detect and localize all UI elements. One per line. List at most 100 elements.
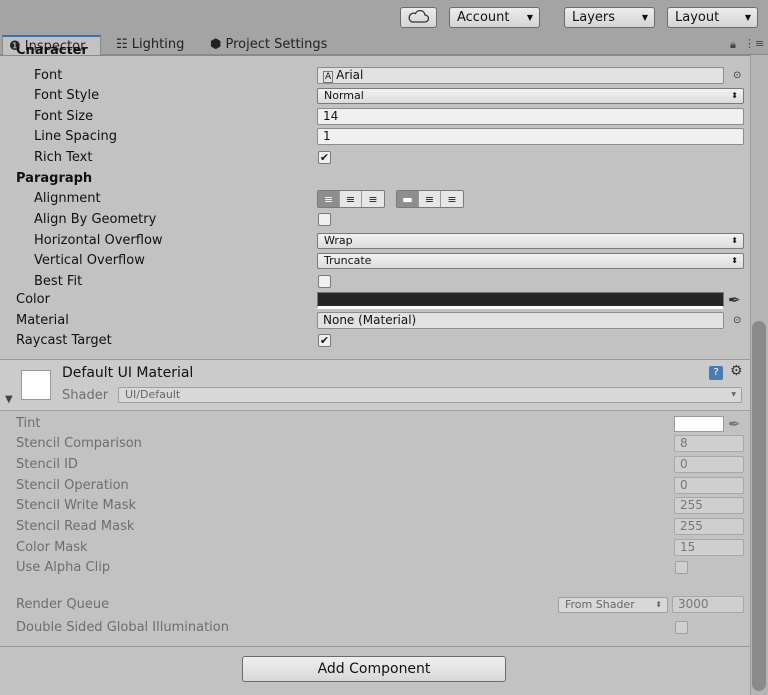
font-style-dropdown[interactable]: Normal ⬍ — [317, 88, 744, 104]
cloud-button[interactable] — [400, 7, 437, 28]
color-swatch[interactable] — [317, 292, 724, 309]
use-alpha-clip-row: Use Alpha Clip — [0, 558, 750, 578]
layout-dropdown[interactable]: Layout ▼ — [667, 7, 758, 28]
color-label: Color — [16, 292, 50, 307]
material-title: Default UI Material — [62, 365, 194, 381]
font-style-row: Font Style Normal ⬍ — [0, 86, 750, 106]
section-paragraph-label: Paragraph — [16, 171, 93, 186]
eyedropper-icon[interactable]: ✒ — [728, 415, 741, 433]
line-spacing-label: Line Spacing — [34, 129, 117, 144]
align-by-geometry-row: Align By Geometry — [0, 210, 750, 230]
vertical-alignment-group: ▬ ≡ ≡ — [396, 190, 464, 208]
double-sided-gi-checkbox[interactable] — [675, 621, 688, 634]
font-size-row: Font Size 14 — [0, 107, 750, 127]
render-queue-row: Render Queue From Shader ⬍ 3000 — [0, 595, 750, 615]
object-picker-icon[interactable]: ⊙ — [733, 70, 741, 81]
help-icon[interactable]: ? — [709, 366, 723, 380]
double-sided-gi-row: Double Sided Global Illumination — [0, 618, 750, 638]
align-left-icon[interactable]: ≡ — [318, 191, 340, 207]
material-header: ▼ Default UI Material Shader UI/Default ▼… — [0, 359, 750, 411]
paragraph-header: Paragraph — [0, 169, 750, 189]
account-dropdown[interactable]: Account ▼ — [449, 7, 540, 28]
stencil-write-mask-field[interactable]: 255 — [674, 497, 744, 514]
alignment-row: Alignment ≡ ≡ ≡ ▬ ≡ ≡ — [0, 189, 750, 209]
shader-label: Shader — [62, 388, 109, 403]
stencil-read-mask-row: Stencil Read Mask 255 — [0, 517, 750, 537]
best-fit-row: Best Fit — [0, 272, 750, 292]
toolbar: Account ▼ Layers ▼ Layout ▼ — [0, 0, 768, 34]
best-fit-label: Best Fit — [34, 274, 83, 289]
updown-arrow-icon: ⬍ — [655, 600, 662, 609]
font-field[interactable]: A Arial — [317, 67, 724, 84]
eyedropper-icon[interactable]: ✒ — [728, 291, 741, 309]
best-fit-checkbox[interactable] — [318, 275, 331, 288]
horizontal-overflow-row: Horizontal Overflow Wrap ⬍ — [0, 231, 750, 251]
vertical-overflow-dropdown[interactable]: Truncate ⬍ — [317, 253, 744, 269]
line-spacing-field[interactable]: 1 — [317, 128, 744, 145]
add-component-button[interactable]: Add Component — [242, 656, 506, 682]
color-mask-row: Color Mask 15 — [0, 538, 750, 558]
horizontal-alignment-group: ≡ ≡ ≡ — [317, 190, 385, 208]
font-style-value: Normal — [324, 89, 364, 102]
layers-dropdown[interactable]: Layers ▼ — [564, 7, 655, 28]
align-bottom-icon[interactable]: ≡ — [441, 191, 463, 207]
align-by-geometry-checkbox[interactable] — [318, 213, 331, 226]
font-label: Font — [34, 68, 63, 83]
tint-color-swatch[interactable] — [674, 416, 724, 432]
scrollbar-thumb[interactable] — [752, 321, 766, 691]
tint-label: Tint — [16, 416, 41, 431]
updown-arrow-icon: ⬍ — [731, 236, 738, 245]
settings-gear-icon[interactable]: ⚙ — [730, 363, 743, 379]
align-middle-icon[interactable]: ≡ — [419, 191, 441, 207]
checkmark-icon: ✔ — [319, 151, 330, 164]
alignment-label: Alignment — [34, 191, 101, 206]
vertical-overflow-label: Vertical Overflow — [34, 253, 145, 268]
updown-arrow-icon: ⬍ — [731, 91, 738, 100]
layout-label: Layout — [675, 10, 720, 25]
raycast-target-checkbox[interactable]: ✔ — [318, 334, 331, 347]
double-sided-gi-label: Double Sided Global Illumination — [16, 620, 229, 635]
horizontal-overflow-value: Wrap — [324, 234, 353, 247]
font-size-field[interactable]: 14 — [317, 108, 744, 125]
color-row: Color ✒ — [0, 290, 750, 310]
stencil-read-mask-field[interactable]: 255 — [674, 518, 744, 535]
stencil-operation-row: Stencil Operation 0 — [0, 476, 750, 496]
align-center-icon[interactable]: ≡ — [340, 191, 362, 207]
use-alpha-clip-label: Use Alpha Clip — [16, 560, 111, 575]
use-alpha-clip-checkbox[interactable] — [675, 561, 688, 574]
stencil-comparison-field[interactable]: 8 — [674, 435, 744, 452]
chevron-down-icon: ▼ — [731, 391, 736, 398]
rich-text-label: Rich Text — [34, 150, 93, 165]
stencil-id-field[interactable]: 0 — [674, 456, 744, 473]
align-right-icon[interactable]: ≡ — [362, 191, 384, 207]
font-value: Arial — [336, 68, 364, 82]
checkmark-icon: ✔ — [319, 334, 330, 347]
color-mask-label: Color Mask — [16, 540, 88, 555]
line-spacing-row: Line Spacing 1 — [0, 127, 750, 147]
updown-arrow-icon: ⬍ — [731, 256, 738, 265]
object-picker-icon[interactable]: ⊙ — [733, 315, 741, 326]
divider — [0, 646, 750, 647]
section-character-label: Character — [16, 47, 88, 58]
render-queue-mode-dropdown[interactable]: From Shader ⬍ — [558, 597, 668, 613]
rich-text-checkbox[interactable]: ✔ — [318, 151, 331, 164]
horizontal-overflow-dropdown[interactable]: Wrap ⬍ — [317, 233, 744, 249]
material-row: Material None (Material) ⊙ — [0, 311, 750, 331]
material-label: Material — [16, 313, 69, 328]
foldout-arrow-icon[interactable]: ▼ — [5, 394, 13, 405]
material-field[interactable]: None (Material) — [317, 312, 724, 329]
cloud-icon — [408, 9, 430, 23]
font-asset-icon: A — [323, 71, 334, 83]
shader-dropdown[interactable]: UI/Default ▼ — [118, 387, 742, 403]
stencil-write-mask-row: Stencil Write Mask 255 — [0, 496, 750, 516]
layers-label: Layers — [572, 10, 616, 25]
account-label: Account — [457, 10, 510, 25]
font-size-label: Font Size — [34, 109, 94, 124]
stencil-operation-field[interactable]: 0 — [674, 477, 744, 494]
character-header: Character — [0, 47, 750, 61]
vertical-overflow-row: Vertical Overflow Truncate ⬍ — [0, 251, 750, 271]
stencil-id-label: Stencil ID — [16, 457, 78, 472]
color-mask-field[interactable]: 15 — [674, 539, 744, 556]
align-top-icon[interactable]: ▬ — [397, 191, 419, 207]
render-queue-field[interactable]: 3000 — [672, 596, 744, 613]
